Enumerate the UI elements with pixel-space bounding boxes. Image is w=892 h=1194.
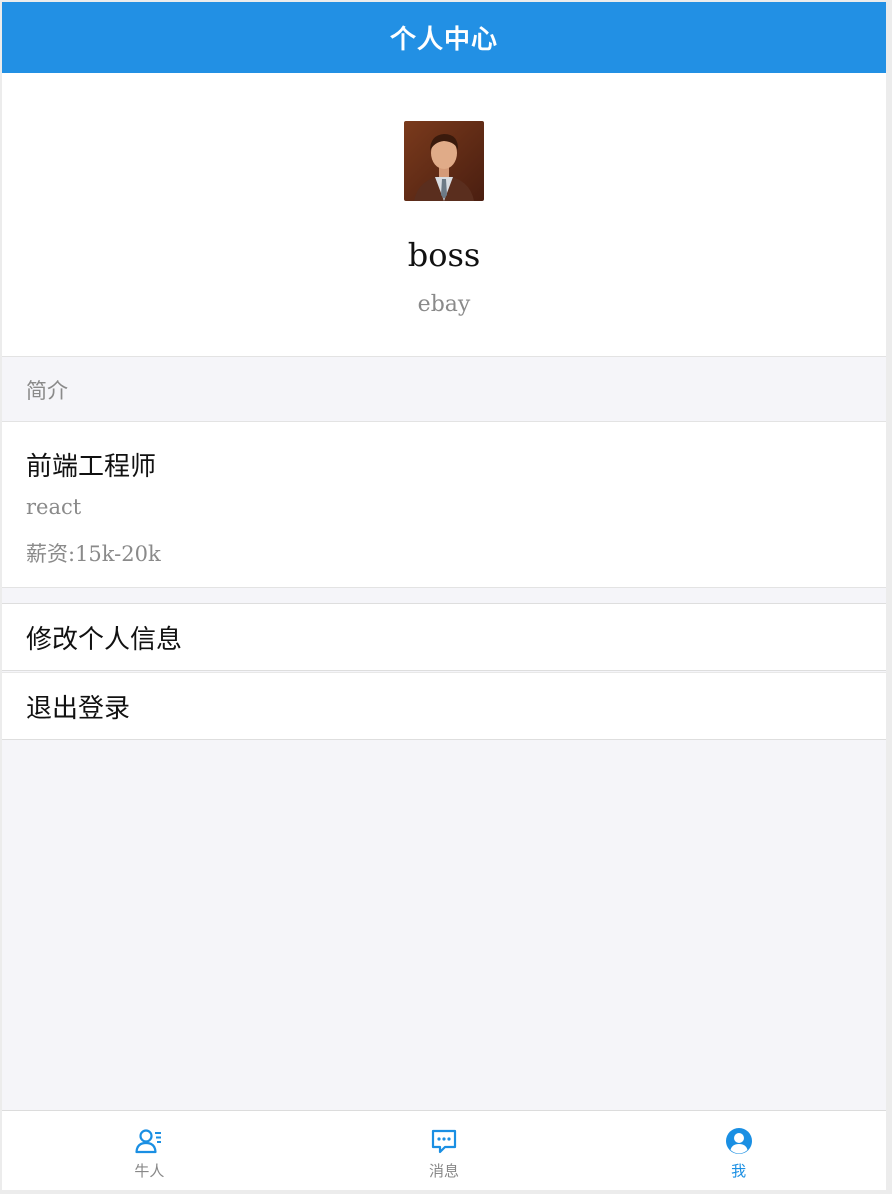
user-list-icon — [134, 1126, 164, 1156]
intro-section-header: 简介 — [26, 379, 68, 403]
navbar-title: 个人中心 — [389, 25, 498, 55]
navbar: 个人中心 — [2, 2, 886, 73]
tab-messages[interactable]: 消息 — [297, 1111, 592, 1190]
tab-label-messages: 消息 — [429, 1162, 460, 1180]
tab-me[interactable]: 我 — [591, 1111, 886, 1190]
tab-label-me: 我 — [731, 1162, 747, 1180]
username: boss — [407, 236, 481, 274]
edit-profile-button[interactable]: 修改个人信息 — [2, 603, 886, 671]
user-circle-icon — [724, 1126, 754, 1156]
logout-button[interactable]: 退出登录 — [2, 672, 886, 740]
tab-talents[interactable]: 牛人 — [2, 1111, 297, 1190]
intro-salary: 薪资:15k-20k — [26, 542, 161, 566]
profile-card: boss ebay — [2, 73, 886, 357]
intro-card: 前端工程师 react 薪资:15k-20k — [2, 421, 886, 588]
intro-skill: react — [26, 495, 82, 519]
app-screen: 个人中心 boss ebay 简介 前端工程师 react 薪资:15k-20k… — [2, 2, 886, 1190]
tab-label-talents: 牛人 — [134, 1162, 165, 1180]
intro-title: 前端工程师 — [26, 452, 157, 482]
company-name: ebay — [417, 292, 471, 317]
message-icon — [429, 1126, 459, 1156]
tab-bar: 牛人 消息 我 — [2, 1110, 886, 1190]
avatar — [404, 121, 484, 201]
